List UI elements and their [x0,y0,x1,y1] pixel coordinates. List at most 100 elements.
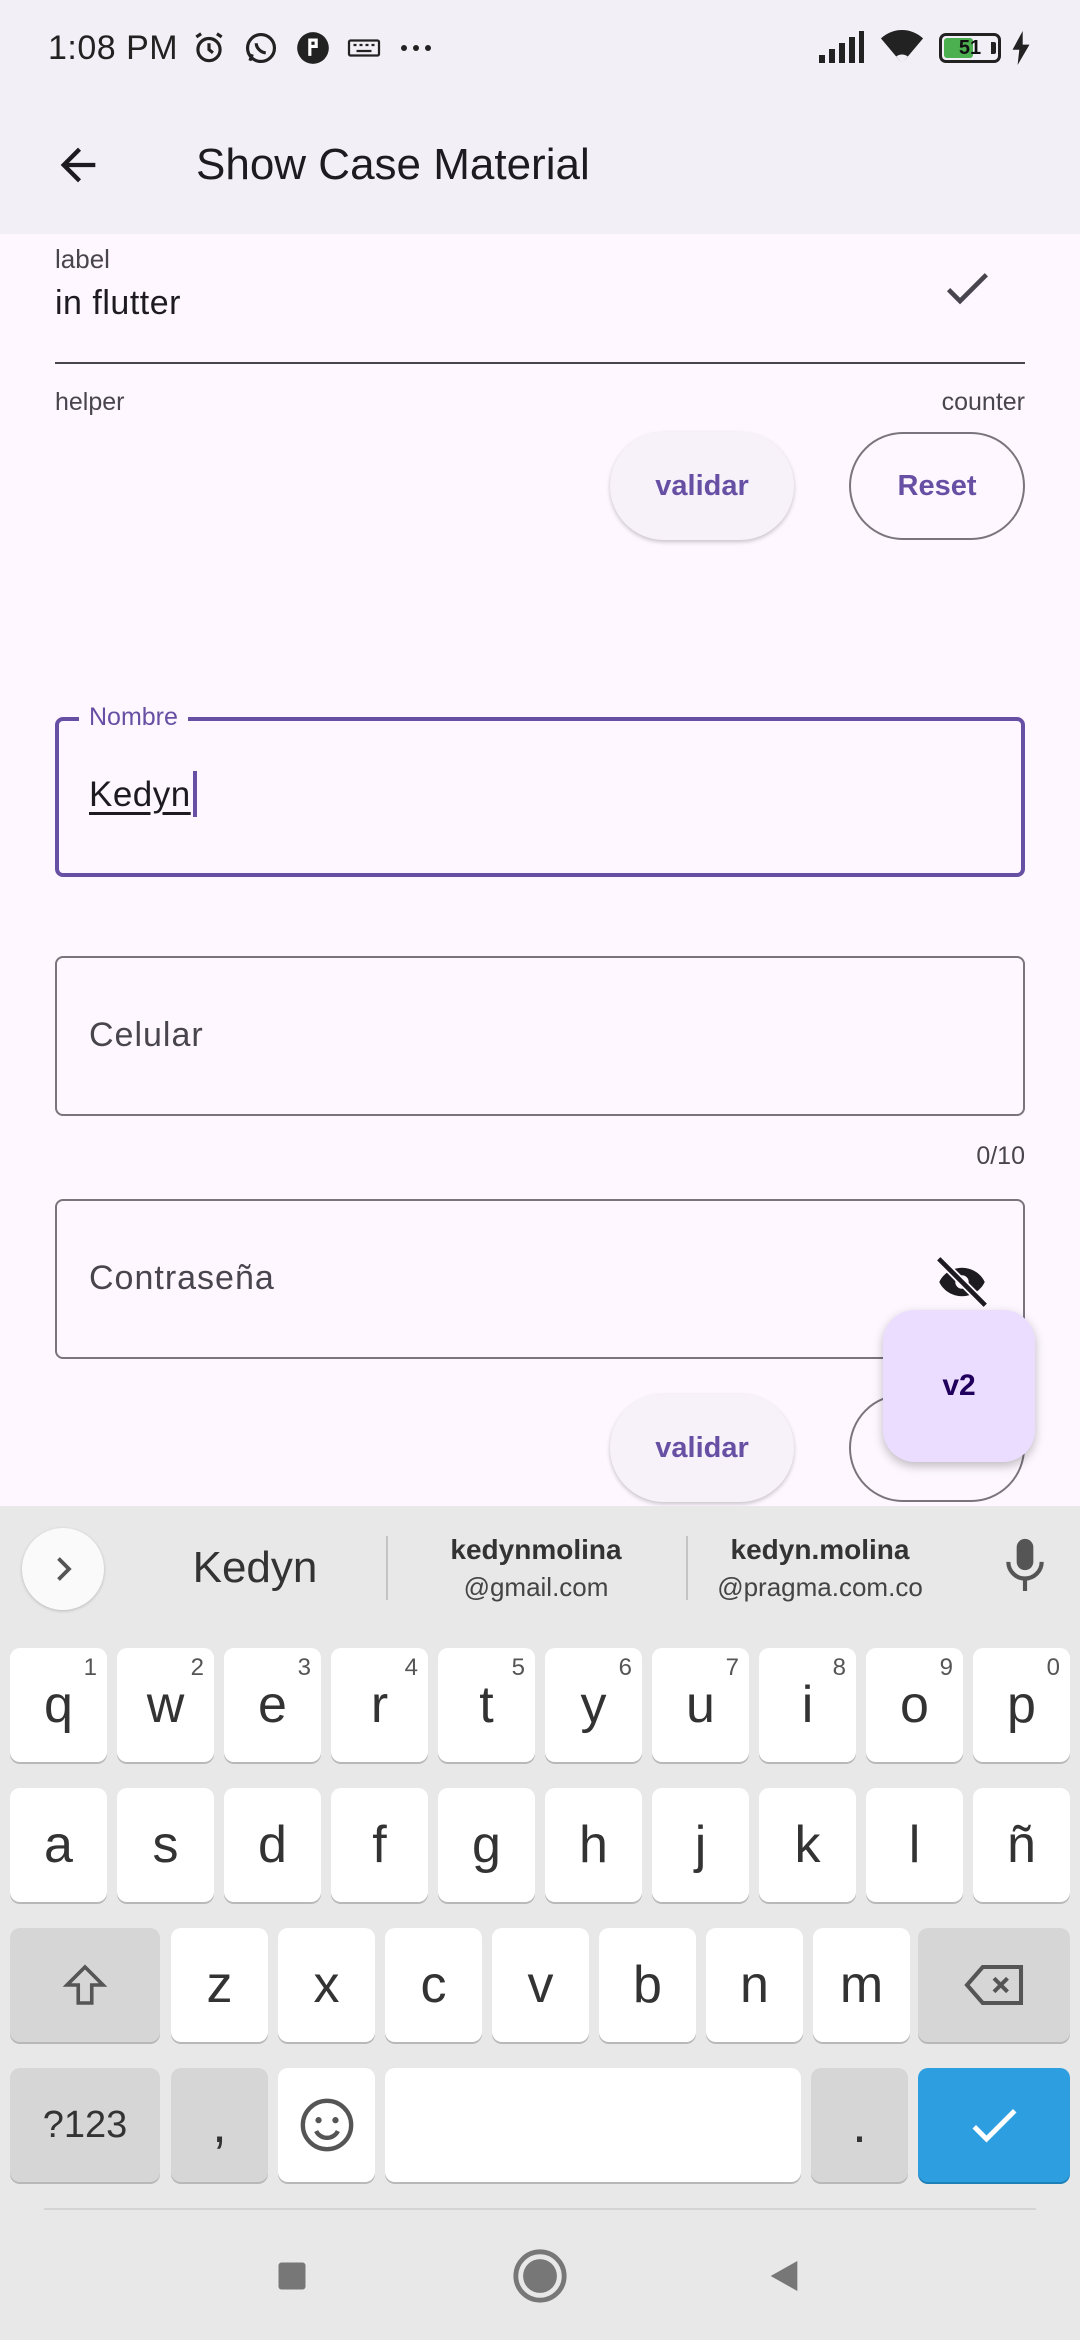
key-label: p [1007,1676,1036,1734]
key-m[interactable]: m [813,1928,910,2042]
key-z[interactable]: z [171,1928,268,2042]
key-label: r [370,1676,389,1734]
visibility-off-icon[interactable] [931,1251,993,1318]
key-label: u [686,1676,715,1734]
arrow-back-icon [60,147,96,183]
check-icon [972,2109,1017,2143]
key-g[interactable]: g [438,1788,535,1902]
period-key[interactable]: . [811,2068,908,2182]
password-field-placeholder: Contraseña [89,1259,275,1297]
key-h[interactable]: h [545,1788,642,1902]
field-value[interactable]: in flutter [55,284,181,323]
name-field-label: Nombre [79,703,188,732]
key-number-hint: 4 [404,1654,418,1681]
key-b[interactable]: b [599,1928,696,2042]
divider [44,2208,1036,2210]
key-r[interactable]: r4 [331,1648,428,1762]
key-label: g [472,1816,501,1874]
label-text-field[interactable]: label in flutter [55,234,1025,364]
key-number-hint: 7 [725,1654,739,1681]
key-d[interactable]: d [224,1788,321,1902]
key-c[interactable]: c [385,1928,482,2042]
suggestion-divider [386,1536,388,1600]
back-nav-button[interactable] [754,2246,814,2306]
battery-icon: 51 [939,33,1001,63]
battery-level: 51 [958,36,982,59]
validate-button[interactable]: validar [610,432,794,540]
name-field-value[interactable]: Kedyn [89,770,197,817]
shift-key[interactable] [10,1928,160,2042]
emoji-icon [300,2098,353,2152]
page-title: Show Case Material [196,140,590,189]
expand-toolbar-button[interactable] [22,1528,104,1610]
key-t[interactable]: t5 [438,1648,535,1762]
key-l[interactable]: l [866,1788,963,1902]
suggestion-2[interactable]: kedynmolina @gmail.com [400,1506,672,1630]
key-ñ[interactable]: ñ [973,1788,1070,1902]
counter-text: counter [941,388,1025,416]
key-n[interactable]: n [706,1928,803,2042]
key-label: c [420,1956,447,2014]
key-label: y [580,1676,607,1734]
key-label: a [44,1816,73,1874]
key-y[interactable]: y6 [545,1648,642,1762]
v2-fab[interactable]: v2 [883,1310,1035,1462]
status-icons-left [190,29,436,67]
key-s[interactable]: s [117,1788,214,1902]
key-label: q [44,1676,73,1734]
key-label: ñ [1007,1816,1036,1874]
status-bar: 1:08 PM 51 [0,0,1080,96]
key-v[interactable]: v [492,1928,589,2042]
triangle-back-icon [770,2261,798,2291]
key-i[interactable]: i8 [759,1648,856,1762]
alarm-icon [190,29,228,67]
key-label: x [313,1956,340,2014]
key-q[interactable]: q1 [10,1648,107,1762]
key-label: j [694,1816,707,1874]
square-icon [278,2262,306,2290]
home-button[interactable] [510,2246,570,2306]
key-label: o [900,1676,929,1734]
key-w[interactable]: w2 [117,1648,214,1762]
key-label: i [801,1676,814,1734]
password-field[interactable]: Contraseña [55,1199,1025,1359]
suggestion-1[interactable]: Kedyn [140,1506,370,1630]
key-label: h [579,1816,608,1874]
name-field[interactable]: Nombre Kedyn [55,703,1025,877]
suggestion-3[interactable]: kedyn.molina @pragma.com.co [700,1506,940,1630]
emoji-key[interactable] [278,2068,375,2182]
reset-button[interactable]: Reset [849,432,1025,540]
key-number-hint: 0 [1046,1654,1060,1681]
validate-button-2[interactable]: validar [610,1394,794,1502]
keyboard-icon [346,30,382,66]
key-number-hint: 2 [190,1654,204,1681]
key-a[interactable]: a [10,1788,107,1902]
back-button[interactable] [38,125,118,205]
symbols-key[interactable]: ?123 [10,2068,160,2182]
microphone-icon[interactable] [1000,1536,1050,1601]
key-j[interactable]: j [652,1788,749,1902]
key-o[interactable]: o9 [866,1648,963,1762]
backspace-key[interactable] [918,1928,1070,2042]
recents-button[interactable] [262,2246,322,2306]
key-x[interactable]: x [278,1928,375,2042]
whatsapp-icon [242,29,280,67]
key-p[interactable]: p0 [973,1648,1070,1762]
phone-counter: 0/10 [976,1142,1025,1170]
key-label: s [152,1816,179,1874]
space-key[interactable] [385,2068,801,2182]
key-label: e [258,1676,287,1734]
key-number-hint: 3 [297,1654,311,1681]
key-f[interactable]: f [331,1788,428,1902]
field-label: label [55,244,110,274]
comma-key[interactable]: , [171,2068,268,2182]
key-e[interactable]: e3 [224,1648,321,1762]
phone-field[interactable]: Celular [55,956,1025,1116]
key-k[interactable]: k [759,1788,856,1902]
chevron-right-icon [57,1557,72,1581]
suggestion-divider [686,1536,688,1600]
enter-key[interactable] [918,2068,1070,2182]
key-u[interactable]: u7 [652,1648,749,1762]
helper-text: helper [55,388,125,416]
key-number-hint: 5 [511,1654,525,1681]
